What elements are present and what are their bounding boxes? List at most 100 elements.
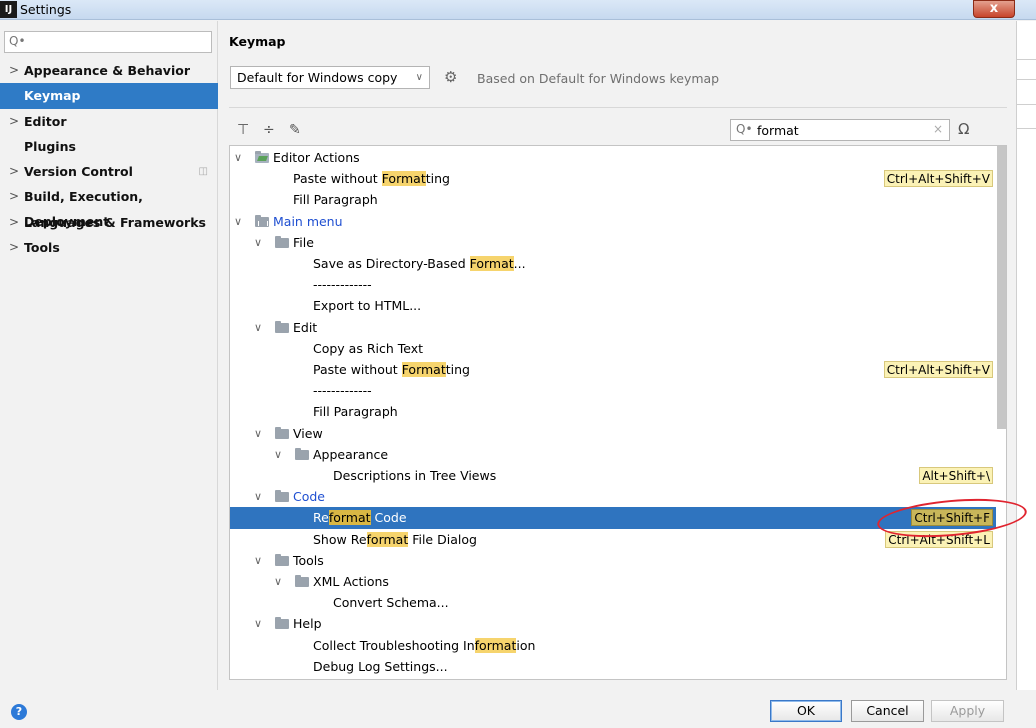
shortcut-badge: Ctrl+Alt+Shift+V [883,170,993,188]
tree-row-label: Export to HTML... [313,298,422,314]
collapse-all-icon[interactable]: ÷ [263,122,275,138]
edit-pencil-icon[interactable]: ✎ [289,122,301,138]
tree-row-paste-without-formatting[interactable]: Paste without Formatting Ctrl+Alt+Shift+… [230,168,996,189]
tree-row-label: Appearance [313,446,389,462]
tree-row-label: Debug Log Settings... [313,658,448,674]
clear-icon[interactable]: × [933,122,943,136]
gear-icon[interactable]: ⚙ [444,68,457,86]
chevron-down-icon[interactable]: ∨ [254,317,266,338]
intellij-app-icon: IJ [0,1,17,18]
tree-row-copy-as-rich-text[interactable]: Copy as Rich Text [230,338,996,359]
tree-row-descriptions-in-tree-views[interactable]: Descriptions in Tree Views Alt+Shift+\ [230,465,996,486]
tree-row-label: Collect Troubleshooting Information [313,637,536,653]
sidebar-item-editor[interactable]: > Editor [0,109,218,134]
window-title: Settings [20,2,72,17]
sidebar-item-label: Keymap [24,88,81,104]
chevron-down-icon[interactable]: ∨ [234,147,246,168]
search-icon: Q• [736,122,753,136]
tree-row-edit[interactable]: ∨ Edit [230,317,996,338]
expand-all-icon[interactable]: ⊤ [237,122,249,138]
divider [1017,128,1036,129]
chevron-down-icon[interactable]: ∨ [254,550,266,571]
tree-row-label: Edit [293,319,318,335]
based-on-text: Based on Default for Windows keymap [477,71,720,86]
sidebar-item-label: Languages & Frameworks [24,214,206,230]
tree-row-label: Paste without Formatting [293,171,450,187]
tree-row-export-to-html[interactable]: Export to HTML... [230,295,996,316]
sidebar-item-version-control[interactable]: > Version Control ◫ [0,159,218,184]
tree-row-appearance[interactable]: ∨ Appearance [230,444,996,465]
chevron-down-icon[interactable]: ∨ [234,211,246,232]
search-icon: Q• [9,34,26,48]
tree-row-label: Code [293,489,326,505]
settings-sidebar: Q• > Appearance & Behavior Keymap > Edit… [0,21,218,690]
chevron-down-icon[interactable]: ∨ [274,571,286,592]
tree-row-debug-log-settings[interactable]: Debug Log Settings... [230,656,996,677]
tree-row-save-as-directory-based-format[interactable]: Save as Directory-Based Format... [230,253,996,274]
chevron-down-icon[interactable]: ∨ [254,423,266,444]
tree-row-convert-schema[interactable]: Convert Schema... [230,592,996,613]
tree-row-fill-paragraph[interactable]: Fill Paragraph [230,401,996,422]
chevron-down-icon[interactable]: ∨ [254,486,266,507]
settings-search-input[interactable]: Q• [4,31,212,53]
window-close-button[interactable]: x [973,0,1015,18]
editor-actions-folder-icon [255,151,269,163]
tree-row-collect-troubleshooting-information[interactable]: Collect Troubleshooting Information [230,635,996,656]
find-by-shortcut-icon[interactable]: Ω [958,120,969,138]
tree-row-label: Descriptions in Tree Views [333,468,497,483]
title-bar: IJ Settings x [0,0,1036,20]
folder-icon [295,447,309,460]
sidebar-item-keymap[interactable]: Keymap [0,83,218,109]
keymap-action-tree: ∨ Editor Actions Paste without Formattin… [229,145,1007,680]
sidebar-item-label: Editor [24,113,67,129]
tree-row-separator: ------------- [230,380,996,401]
chevron-down-icon[interactable]: ∨ [254,232,266,253]
background-window-edge [1016,21,1036,690]
sidebar-item-languages-frameworks[interactable]: > Languages & Frameworks [0,210,218,235]
sidebar-item-plugins[interactable]: Plugins [0,134,218,159]
tree-row-label: View [293,425,323,441]
shortcut-badge: Alt+Shift+\ [919,467,993,484]
tree-row-main-menu[interactable]: ∨ Main menu [230,211,996,232]
tree-row-label: File [293,234,314,250]
divider [1017,79,1036,80]
tree-row-label: Copy as Rich Text [313,340,424,356]
keymap-select-value: Default for Windows copy [237,70,398,85]
chevron-right-icon: > [9,164,20,179]
chevron-down-icon[interactable]: ∨ [254,613,266,634]
tree-row-fill-paragraph[interactable]: Fill Paragraph [230,189,996,210]
tree-row-label: ------------- [313,277,372,293]
tree-row-label: Fill Paragraph [293,192,378,208]
tree-row-label: Editor Actions [273,150,360,165]
tree-row-help[interactable]: ∨ Help [230,613,996,634]
tree-row-label: Tools [293,552,324,568]
sidebar-item-tools[interactable]: > Tools [0,235,218,260]
shortcut-badge: Ctrl+Alt+Shift+V [883,361,993,378]
tree-row-tools[interactable]: ∨ Tools [230,550,996,571]
keymap-panel: Keymap Default for Windows copy ∨ ⚙ Base… [219,21,1016,690]
help-icon[interactable]: ? [11,704,27,720]
sidebar-item-appearance-behavior[interactable]: > Appearance & Behavior [0,58,218,83]
tree-row-show-reformat-file-dialog[interactable]: Show Reformat File Dialog Ctrl+Alt+Shift… [230,529,996,550]
tree-row-editor-actions[interactable]: ∨ Editor Actions [230,147,996,168]
project-settings-icon: ◫ [198,166,208,178]
tree-row-xml-actions[interactable]: ∨ XML Actions [230,571,996,592]
tree-vertical-scrollbar[interactable] [997,146,1006,429]
folder-icon [275,553,289,566]
tree-row-label: Fill Paragraph [313,404,398,420]
folder-icon [295,575,309,587]
apply-button[interactable]: Apply [931,700,1004,722]
tree-row-view[interactable]: ∨ View [230,423,996,444]
keymap-select[interactable]: Default for Windows copy ∨ [230,66,430,89]
keymap-search-input[interactable] [757,122,927,138]
tree-row-paste-without-formatting[interactable]: Paste without Formatting Ctrl+Alt+Shift+… [230,359,996,380]
tree-row-file[interactable]: ∨ File [230,232,996,253]
ok-button[interactable]: OK [770,700,842,722]
keymap-search-field[interactable]: Q• × [730,119,950,141]
sidebar-item-build-execution-deployment[interactable]: > Build, Execution, Deployment [0,184,218,229]
cancel-button[interactable]: Cancel [851,700,924,722]
chevron-down-icon[interactable]: ∨ [274,444,286,465]
divider [1017,59,1036,60]
tree-row-code[interactable]: ∨ Code [230,486,996,507]
folder-icon [275,320,289,333]
